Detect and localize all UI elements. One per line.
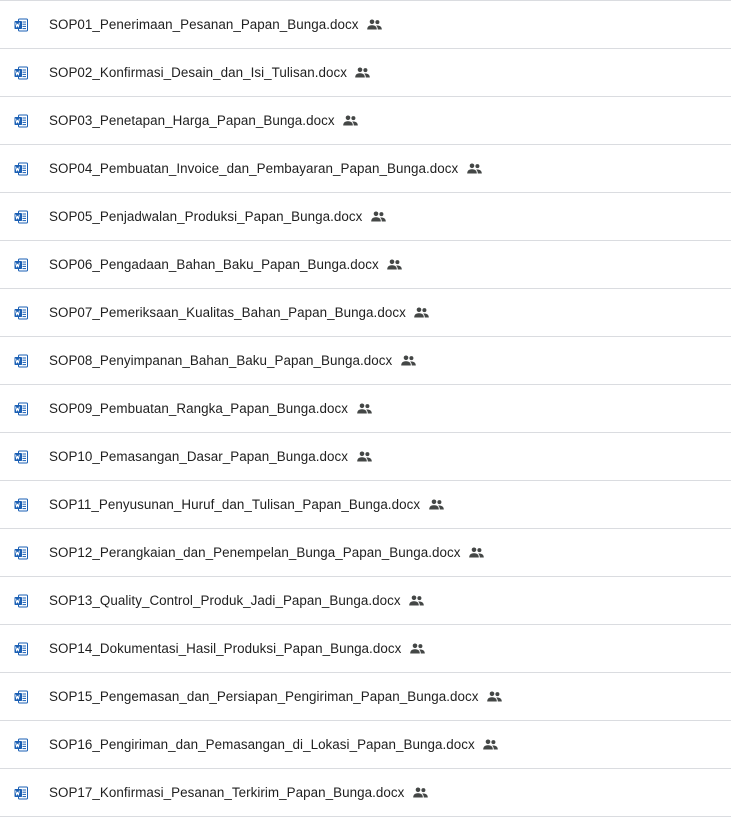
- shared-people-icon: [370, 209, 386, 225]
- file-row-10[interactable]: SOP10_Pemasangan_Dasar_Papan_Bunga.docx: [0, 433, 731, 481]
- word-doc-icon: [13, 689, 29, 705]
- file-name: SOP08_Penyimpanan_Bahan_Baku_Papan_Bunga…: [49, 353, 393, 368]
- word-doc-icon: [13, 641, 29, 657]
- file-row-11[interactable]: SOP11_Penyusunan_Huruf_dan_Tulisan_Papan…: [0, 481, 731, 529]
- file-row-05[interactable]: SOP05_Penjadwalan_Produksi_Papan_Bunga.d…: [0, 193, 731, 241]
- file-row-01[interactable]: SOP01_Penerimaan_Pesanan_Papan_Bunga.doc…: [0, 1, 731, 49]
- word-doc-icon: [13, 17, 29, 33]
- shared-people-icon: [409, 641, 425, 657]
- file-name: SOP02_Konfirmasi_Desain_dan_Isi_Tulisan.…: [49, 65, 347, 80]
- file-name: SOP11_Penyusunan_Huruf_dan_Tulisan_Papan…: [49, 497, 421, 512]
- shared-people-icon: [412, 785, 428, 801]
- word-doc-icon: [13, 593, 29, 609]
- file-row-15[interactable]: SOP15_Pengemasan_dan_Persiapan_Pengirima…: [0, 673, 731, 721]
- file-name: SOP10_Pemasangan_Dasar_Papan_Bunga.docx: [49, 449, 348, 464]
- shared-people-icon: [356, 401, 372, 417]
- word-doc-icon: [13, 401, 29, 417]
- word-doc-icon: [13, 545, 29, 561]
- shared-people-icon: [367, 17, 383, 33]
- file-row-07[interactable]: SOP07_Pemeriksaan_Kualitas_Bahan_Papan_B…: [0, 289, 731, 337]
- file-name: SOP05_Penjadwalan_Produksi_Papan_Bunga.d…: [49, 209, 363, 224]
- shared-people-icon: [400, 353, 416, 369]
- file-name: SOP15_Pengemasan_dan_Persiapan_Pengirima…: [49, 689, 479, 704]
- file-row-06[interactable]: SOP06_Pengadaan_Bahan_Baku_Papan_Bunga.d…: [0, 241, 731, 289]
- file-row-14[interactable]: SOP14_Dokumentasi_Hasil_Produksi_Papan_B…: [0, 625, 731, 673]
- file-row-02[interactable]: SOP02_Konfirmasi_Desain_dan_Isi_Tulisan.…: [0, 49, 731, 97]
- word-doc-icon: [13, 353, 29, 369]
- file-name: SOP04_Pembuatan_Invoice_dan_Pembayaran_P…: [49, 161, 459, 176]
- word-doc-icon: [13, 65, 29, 81]
- file-row-09[interactable]: SOP09_Pembuatan_Rangka_Papan_Bunga.docx: [0, 385, 731, 433]
- shared-people-icon: [356, 449, 372, 465]
- file-row-12[interactable]: SOP12_Perangkaian_dan_Penempelan_Bunga_P…: [0, 529, 731, 577]
- word-doc-icon: [13, 497, 29, 513]
- file-name: SOP07_Pemeriksaan_Kualitas_Bahan_Papan_B…: [49, 305, 406, 320]
- file-row-17[interactable]: SOP17_Konfirmasi_Pesanan_Terkirim_Papan_…: [0, 769, 731, 817]
- file-name: SOP13_Quality_Control_Produk_Jadi_Papan_…: [49, 593, 401, 608]
- file-row-13[interactable]: SOP13_Quality_Control_Produk_Jadi_Papan_…: [0, 577, 731, 625]
- shared-people-icon: [387, 257, 403, 273]
- file-row-16[interactable]: SOP16_Pengiriman_dan_Pemasangan_di_Lokas…: [0, 721, 731, 769]
- word-doc-icon: [13, 113, 29, 129]
- shared-people-icon: [428, 497, 444, 513]
- file-name: SOP06_Pengadaan_Bahan_Baku_Papan_Bunga.d…: [49, 257, 379, 272]
- file-name: SOP01_Penerimaan_Pesanan_Papan_Bunga.doc…: [49, 17, 359, 32]
- file-list: SOP01_Penerimaan_Pesanan_Papan_Bunga.doc…: [0, 0, 731, 817]
- word-doc-icon: [13, 161, 29, 177]
- shared-people-icon: [466, 161, 482, 177]
- file-name: SOP09_Pembuatan_Rangka_Papan_Bunga.docx: [49, 401, 349, 416]
- file-row-04[interactable]: SOP04_Pembuatan_Invoice_dan_Pembayaran_P…: [0, 145, 731, 193]
- file-name: SOP17_Konfirmasi_Pesanan_Terkirim_Papan_…: [49, 785, 405, 800]
- file-name: SOP03_Penetapan_Harga_Papan_Bunga.docx: [49, 113, 335, 128]
- word-doc-icon: [13, 257, 29, 273]
- word-doc-icon: [13, 449, 29, 465]
- file-row-08[interactable]: SOP08_Penyimpanan_Bahan_Baku_Papan_Bunga…: [0, 337, 731, 385]
- shared-people-icon: [486, 689, 502, 705]
- shared-people-icon: [355, 65, 371, 81]
- shared-people-icon: [409, 593, 425, 609]
- word-doc-icon: [13, 209, 29, 225]
- file-name: SOP14_Dokumentasi_Hasil_Produksi_Papan_B…: [49, 641, 402, 656]
- file-name: SOP16_Pengiriman_dan_Pemasangan_di_Lokas…: [49, 737, 475, 752]
- word-doc-icon: [13, 737, 29, 753]
- shared-people-icon: [469, 545, 485, 561]
- file-row-03[interactable]: SOP03_Penetapan_Harga_Papan_Bunga.docx: [0, 97, 731, 145]
- shared-people-icon: [414, 305, 430, 321]
- word-doc-icon: [13, 785, 29, 801]
- shared-people-icon: [483, 737, 499, 753]
- file-name: SOP12_Perangkaian_dan_Penempelan_Bunga_P…: [49, 545, 461, 560]
- shared-people-icon: [343, 113, 359, 129]
- word-doc-icon: [13, 305, 29, 321]
